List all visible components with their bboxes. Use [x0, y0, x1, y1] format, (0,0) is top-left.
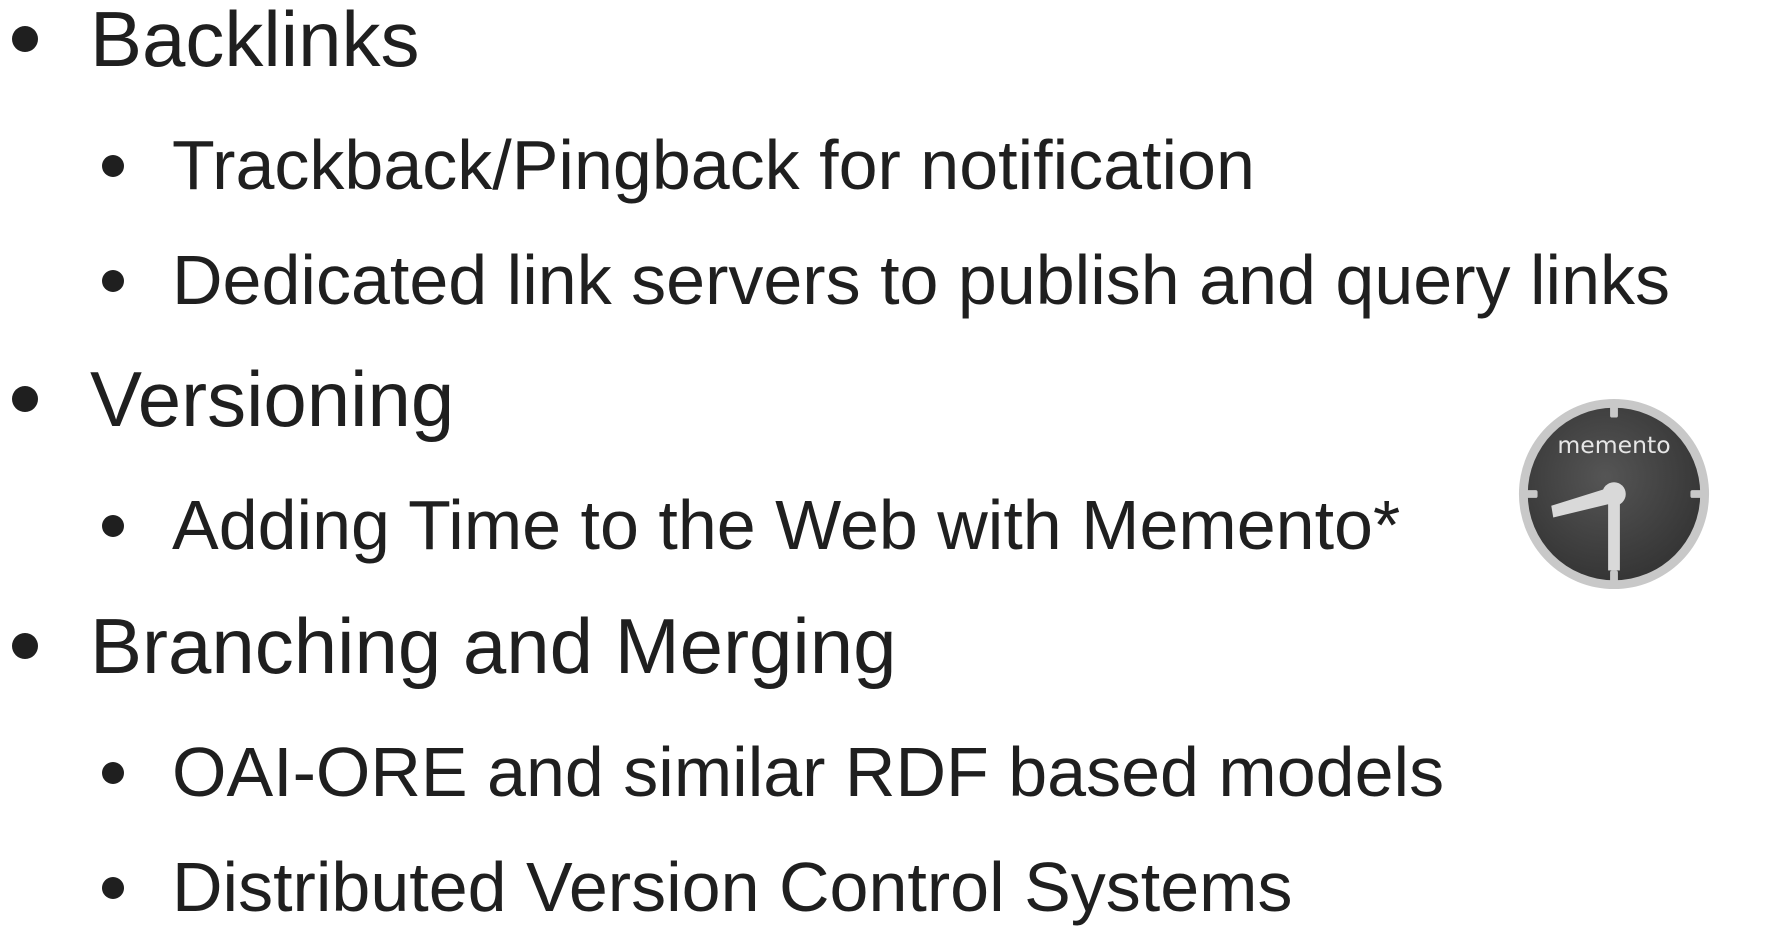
bullet-text: Dedicated link servers to publish and qu… — [172, 241, 1670, 319]
bullet-dot-icon — [12, 633, 38, 659]
bullet-link-servers: Dedicated link servers to publish and qu… — [102, 245, 1670, 315]
clock-icon: memento — [1518, 398, 1710, 590]
bullet-memento: Adding Time to the Web with Memento* — [102, 490, 1400, 560]
memento-clock-logo: memento — [1516, 396, 1712, 592]
bullet-dvcs: Distributed Version Control Systems — [102, 852, 1292, 922]
bullet-dot-icon — [102, 155, 124, 177]
bullet-dot-icon — [12, 386, 38, 412]
bullet-dot-icon — [102, 515, 124, 537]
bullet-backlinks: Backlinks — [12, 0, 419, 78]
bullet-dot-icon — [12, 26, 38, 52]
bullet-dot-icon — [102, 270, 124, 292]
bullet-branching-merging: Branching and Merging — [12, 607, 897, 685]
clock-center — [1602, 482, 1626, 506]
bullet-versioning: Versioning — [12, 360, 454, 438]
bullet-trackback-pingback: Trackback/Pingback for notification — [102, 130, 1255, 200]
clock-tick-3 — [1690, 490, 1705, 498]
bullet-text: Branching and Merging — [90, 602, 897, 690]
clock-tick-9 — [1523, 490, 1538, 498]
clock-tick-6 — [1610, 570, 1618, 585]
logo-text: memento — [1557, 431, 1670, 459]
bullet-dot-icon — [102, 762, 124, 784]
bullet-text: Distributed Version Control Systems — [172, 848, 1293, 926]
bullet-text: Backlinks — [90, 0, 420, 83]
bullet-text: Versioning — [90, 355, 455, 443]
bullet-text: Trackback/Pingback for notification — [172, 126, 1255, 204]
bullet-oai-ore: OAI-ORE and similar RDF based models — [102, 737, 1444, 807]
bullet-dot-icon — [102, 877, 124, 899]
bullet-text: OAI-ORE and similar RDF based models — [172, 733, 1445, 811]
clock-tick-12 — [1610, 403, 1618, 418]
bullet-text: Adding Time to the Web with Memento* — [172, 486, 1401, 564]
slide: Backlinks Trackback/Pingback for notific… — [0, 0, 1782, 923]
